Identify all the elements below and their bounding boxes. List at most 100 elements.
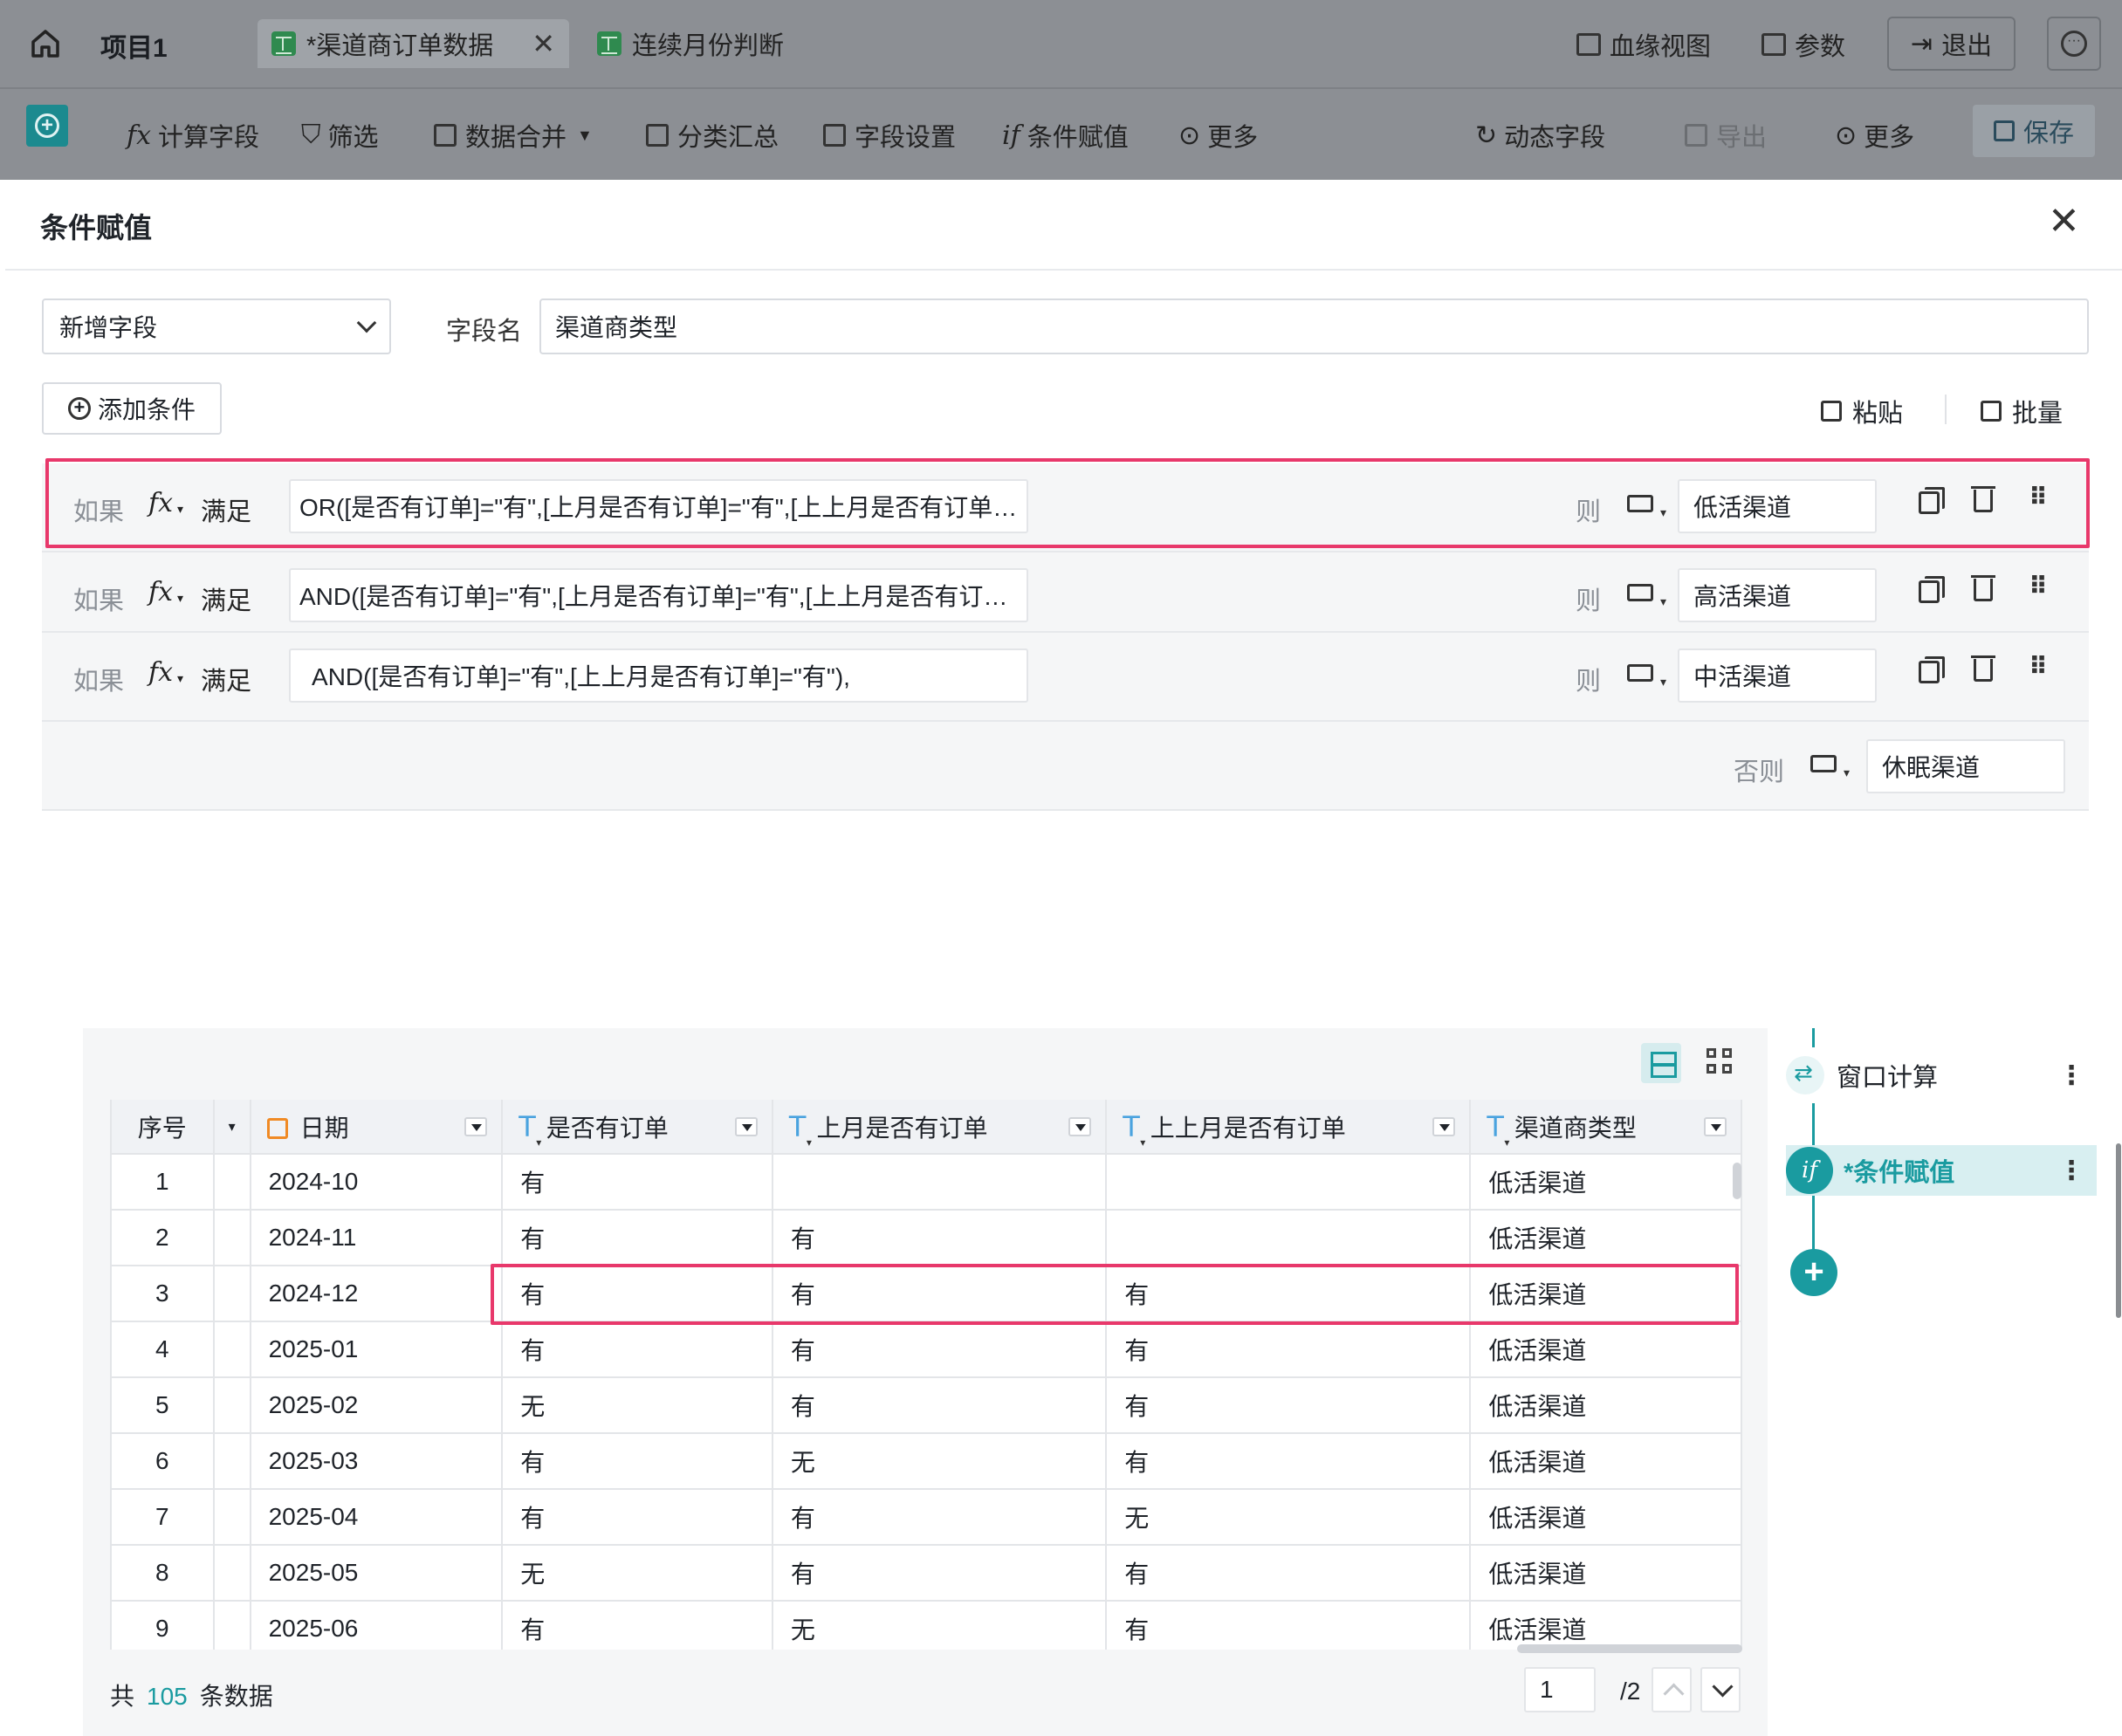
export-button[interactable]: 导出 — [1685, 117, 1767, 154]
vertical-scrollbar[interactable] — [1733, 1163, 1741, 1199]
table-row[interactable]: 3 2024-12 有有有低活渠道 — [112, 1266, 1742, 1322]
value-type-icon[interactable] — [1810, 755, 1850, 780]
column-header-last-month[interactable]: T 上月是否有订单 — [772, 1100, 1108, 1155]
window-calc-icon — [1786, 1056, 1824, 1094]
batch-button[interactable]: 批量 — [1981, 393, 2063, 429]
horizontal-scrollbar[interactable] — [1517, 1644, 1742, 1653]
column-header-index[interactable]: 序号 — [112, 1100, 215, 1155]
condition-formula-input[interactable]: AND([是否有订单]="有",[上月是否有订单]="有",[上上月是否有订… — [289, 568, 1028, 622]
page-prev-button[interactable] — [1652, 1667, 1692, 1712]
table-row[interactable]: 7 2025-04 有有无低活渠道 — [112, 1489, 1742, 1546]
cell-index: 5 — [112, 1377, 215, 1434]
merge-button[interactable]: 数据合并 ▼ — [434, 117, 593, 154]
fx-icon[interactable]: fx — [148, 657, 183, 688]
else-value-input[interactable]: 休眠渠道 — [1866, 739, 2065, 793]
column-label: 日期 — [299, 1114, 349, 1142]
drag-handle-icon[interactable]: ⠿ — [2029, 483, 2049, 511]
close-icon[interactable]: ✕ — [2048, 202, 2080, 241]
more-menu-button[interactable]: ··· — [2047, 17, 2101, 71]
table-row[interactable]: 1 2024-10 有 低活渠道 — [112, 1154, 1742, 1211]
result-value-input[interactable]: 中活渠道 — [1678, 648, 1877, 703]
more-vertical-icon[interactable]: ⋮ — [2058, 1060, 2084, 1091]
column-menu-icon[interactable] — [1704, 1117, 1727, 1136]
field-name-input[interactable]: 渠道商类型 — [539, 298, 2089, 354]
column-header-channel-type[interactable]: T 渠道商类型 — [1470, 1100, 1742, 1155]
fx-icon[interactable]: fx — [148, 577, 183, 607]
copy-icon[interactable] — [1919, 656, 1945, 683]
column-menu-icon[interactable] — [464, 1117, 488, 1136]
trash-icon[interactable] — [1971, 486, 1995, 512]
drag-handle-icon[interactable]: ⠿ — [2029, 572, 2049, 600]
cell-two-months-ago: 有 — [1106, 1545, 1472, 1602]
column-header-date[interactable]: 日期 — [250, 1100, 504, 1155]
paste-button[interactable]: 粘贴 — [1821, 393, 1903, 429]
step-label: *条件赋值 — [1844, 1159, 1955, 1187]
project-name[interactable]: 项目1 — [100, 26, 168, 65]
fx-icon: fx — [127, 120, 152, 151]
cell-channel-type: 低活渠道 — [1470, 1433, 1742, 1490]
result-value-input[interactable]: 低活渠道 — [1678, 479, 1877, 533]
list-view-icon[interactable] — [1641, 1043, 1681, 1083]
resize-handle-icon[interactable]: ▾ — [213, 1100, 251, 1155]
table-row[interactable]: 4 2025-01 有有有低活渠道 — [112, 1321, 1742, 1378]
conditional-assign-button[interactable]: if 条件赋值 — [1002, 117, 1129, 154]
page-next-button[interactable] — [1700, 1667, 1741, 1712]
value-type-icon[interactable] — [1627, 495, 1666, 520]
table-row[interactable]: 9 2025-06 有无有低活渠道 — [112, 1601, 1742, 1650]
copy-icon[interactable] — [1919, 487, 1945, 514]
condition-formula-input[interactable]: AND([是否有订单]="有",[上上月是否有订单]="有"), — [289, 648, 1028, 703]
field-mode-select[interactable]: 新增字段 — [42, 298, 391, 354]
calc-field-button[interactable]: fx 计算字段 — [127, 117, 259, 154]
more-vertical-icon[interactable]: ⋮ — [2058, 1156, 2084, 1186]
tab-order-data[interactable]: *渠道商订单数据 ✕ — [258, 19, 569, 68]
cell-index: 6 — [112, 1433, 215, 1490]
lineage-view-button[interactable]: 血缘视图 — [1576, 26, 1711, 63]
trash-icon[interactable] — [1971, 655, 1995, 682]
step-conditional-assign[interactable]: if *条件赋值 ⋮ — [1786, 1145, 2097, 1196]
panel-scrollbar[interactable] — [2116, 1143, 2121, 1318]
formula-text: AND([是否有订单]="有",[上月是否有订单]="有",[上上月是否有订… — [299, 583, 1008, 610]
table-row[interactable]: 5 2025-02 无有有低活渠道 — [112, 1377, 1742, 1434]
exit-button[interactable]: ⇥ 退出 — [1887, 17, 2016, 71]
value-type-icon[interactable] — [1627, 584, 1666, 609]
save-button[interactable]: 保存 — [1973, 105, 2095, 157]
save-label: 保存 — [2022, 120, 2074, 148]
column-menu-icon[interactable] — [1432, 1117, 1456, 1136]
home-icon[interactable] — [28, 26, 63, 61]
add-step-plus-icon[interactable]: + — [1790, 1249, 1837, 1296]
step-window-calc[interactable]: 窗口计算 ⋮ — [1786, 1047, 2097, 1103]
table-row[interactable]: 6 2025-03 有无有低活渠道 — [112, 1433, 1742, 1490]
column-header-has-order[interactable]: T 是否有订单 — [502, 1100, 773, 1155]
table-row[interactable]: 8 2025-05 无有有低活渠道 — [112, 1545, 1742, 1602]
formula-text: OR([是否有订单]="有",[上月是否有订单]="有",[上上月是否有订单… — [299, 494, 1018, 521]
fx-icon[interactable]: fx — [148, 488, 183, 518]
cell-channel-type: 低活渠道 — [1470, 1601, 1742, 1650]
filter-button[interactable]: ⛉ 筛选 — [301, 117, 379, 154]
else-label: 否则 — [1734, 758, 1785, 786]
cell-date: 2025-03 — [250, 1433, 504, 1490]
field-settings-button[interactable]: 字段设置 — [823, 117, 956, 154]
drag-handle-icon[interactable]: ⠿ — [2029, 652, 2049, 681]
add-step-button[interactable]: + — [26, 105, 68, 147]
if-label: 如果 — [73, 498, 125, 526]
column-menu-icon[interactable] — [734, 1117, 758, 1136]
trash-icon[interactable] — [1971, 575, 1995, 601]
add-condition-button[interactable]: + 添加条件 — [42, 382, 222, 435]
dynamic-field-button[interactable]: ↻ 动态字段 — [1475, 117, 1605, 154]
more-right-button[interactable]: ⊙ 更多 — [1835, 117, 1914, 154]
value-type-icon[interactable] — [1627, 664, 1666, 690]
copy-icon[interactable] — [1919, 576, 1945, 603]
params-button[interactable]: 参数 — [1761, 26, 1845, 63]
tab-consecutive-months[interactable]: 连续月份判断 — [583, 19, 798, 68]
merge-label: 数据合并 — [465, 124, 567, 152]
table-row[interactable]: 2 2024-11 有有低活渠道 — [112, 1210, 1742, 1266]
close-tab-icon[interactable]: ✕ — [532, 27, 555, 60]
page-number-input[interactable]: 1 — [1524, 1667, 1596, 1712]
group-summary-button[interactable]: 分类汇总 — [646, 117, 779, 154]
column-menu-icon[interactable] — [1068, 1117, 1092, 1136]
column-header-two-months-ago[interactable]: T 上上月是否有订单 — [1106, 1100, 1472, 1155]
more-button[interactable]: ⊙ 更多 — [1178, 117, 1258, 154]
condition-formula-input[interactable]: OR([是否有订单]="有",[上月是否有订单]="有",[上上月是否有订单… — [289, 479, 1028, 533]
grid-view-icon[interactable] — [1703, 1045, 1740, 1081]
result-value-input[interactable]: 高活渠道 — [1678, 568, 1877, 622]
